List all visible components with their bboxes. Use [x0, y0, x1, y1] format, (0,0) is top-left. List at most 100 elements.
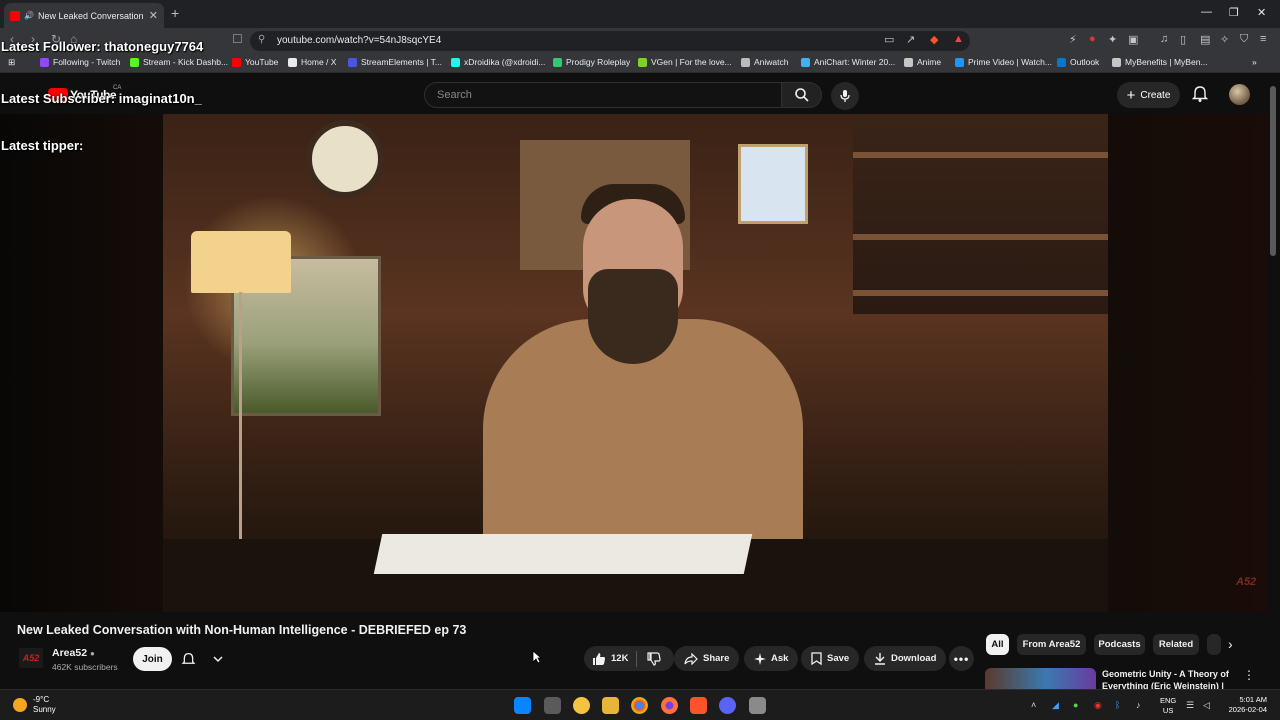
notifications-bell-icon[interactable] — [1191, 85, 1209, 103]
chip-partial[interactable] — [1207, 634, 1221, 655]
page-scrollbar[interactable] — [1270, 86, 1276, 256]
bookmark-save-icon — [811, 652, 822, 665]
voice-search-button[interactable] — [831, 82, 859, 110]
system-clock[interactable]: 5:01 AM 2026-02-04 — [1223, 695, 1267, 715]
download-button[interactable]: Download — [864, 646, 947, 671]
widgets-icon[interactable] — [573, 697, 590, 714]
more-bookmarks-icon[interactable]: » — [1252, 57, 1257, 67]
discord-icon[interactable] — [719, 697, 736, 714]
join-button[interactable]: Join — [133, 647, 172, 671]
bookmark-anime-folder[interactable]: Anime — [904, 57, 941, 67]
recommended-more-icon[interactable]: ⋮ — [1243, 668, 1255, 682]
recommended-title[interactable]: Geometric Unity - A Theory of Everything… — [1102, 668, 1232, 690]
wifi-icon[interactable]: ☰ — [1186, 700, 1194, 711]
twitch-icon — [40, 57, 49, 67]
tray-app-icon[interactable]: ◢ — [1052, 700, 1059, 711]
bookmark-xdroidika[interactable]: xDroidika (@xdroidi... — [451, 57, 545, 67]
tab-title: New Leaked Conversation wi — [37, 10, 145, 21]
recommended-thumbnail[interactable] — [985, 668, 1096, 690]
bookmark-label: Aniwatch — [754, 57, 789, 67]
bookmark-vgen[interactable]: VGen | For the love... — [638, 57, 732, 67]
bookmark-prime-video[interactable]: Prime Video | Watch... — [955, 57, 1052, 67]
like-button[interactable]: 12K — [584, 646, 636, 671]
search-button[interactable] — [782, 82, 822, 108]
extension-red-icon[interactable]: ● — [1089, 33, 1096, 45]
chip-scroll-right-icon[interactable]: › — [1228, 636, 1233, 652]
bookmark-aniwatch[interactable]: Aniwatch — [741, 57, 789, 67]
bookmark-following-twitch[interactable]: Following - Twitch — [40, 57, 120, 67]
weather-widget[interactable]: -9°C Sunny — [33, 695, 56, 715]
subscription-notification-button[interactable] — [181, 649, 223, 669]
channel-name[interactable]: Area52 ● — [52, 647, 95, 659]
bookmark-anichart[interactable]: AniChart: Winter 20... — [801, 57, 895, 67]
video-player[interactable] — [163, 114, 1108, 612]
media-icon[interactable]: ♫ — [1160, 33, 1168, 45]
share-page-icon[interactable]: ↗ — [906, 33, 915, 46]
bookmark-kick[interactable]: Stream - Kick Dashb... — [130, 57, 228, 67]
wallet-icon[interactable]: ▤ — [1200, 33, 1210, 46]
cast-icon[interactable]: ▭ — [884, 33, 894, 46]
account-avatar[interactable] — [1229, 84, 1250, 105]
close-tab-icon[interactable]: ✕ — [149, 9, 158, 22]
close-window-icon[interactable]: ✕ — [1257, 6, 1266, 19]
obs-icon[interactable] — [749, 697, 766, 714]
ask-button[interactable]: Ask — [744, 646, 799, 671]
more-actions-button[interactable]: ••• — [949, 646, 974, 671]
firefox-icon[interactable] — [661, 697, 678, 714]
apps-grid-icon[interactable]: ⊞ — [8, 57, 15, 68]
browser-tab-active[interactable]: 🔊 New Leaked Conversation wi ✕ — [4, 3, 164, 28]
start-windows-icon[interactable] — [514, 697, 531, 714]
minimize-icon[interactable]: — — [1201, 6, 1212, 18]
chip-podcasts[interactable]: Podcasts — [1094, 634, 1145, 655]
overlay-latest-tipper: Latest tipper: — [1, 138, 84, 153]
maximize-icon[interactable]: ❐ — [1229, 6, 1239, 19]
tray-mic-icon[interactable]: ♪ — [1136, 700, 1141, 710]
brave-shields-icon[interactable]: ◆ — [930, 33, 938, 46]
address-bar[interactable]: ⚲ youtube.com/watch?v=54nJ8sqcYE4 — [250, 31, 970, 51]
bookmark-outlook[interactable]: Outlook — [1057, 57, 1099, 67]
bookmark-prodigy[interactable]: Prodigy Roleplay — [553, 57, 630, 67]
bookmark-streamelements[interactable]: StreamElements | T... — [348, 57, 442, 67]
chip-all[interactable]: All — [986, 634, 1009, 655]
chip-from-area52[interactable]: From Area52 — [1017, 634, 1086, 655]
tray-red-icon[interactable]: ◉ — [1094, 700, 1102, 711]
task-view-icon[interactable] — [544, 697, 561, 714]
site-info-icon[interactable]: ⚲ — [258, 34, 265, 45]
bookmark-label: Outlook — [1070, 57, 1100, 67]
file-explorer-icon[interactable] — [602, 697, 619, 714]
vpn-icon[interactable]: ⛉ — [1240, 33, 1248, 46]
menu-icon[interactable]: ≡ — [1260, 33, 1266, 45]
brave-icon[interactable] — [690, 697, 707, 714]
chip-related[interactable]: Related — [1153, 634, 1199, 655]
leo-icon[interactable]: ✧ — [1220, 33, 1229, 46]
new-tab-icon[interactable]: + — [171, 5, 179, 21]
create-button[interactable]: + Create — [1117, 82, 1180, 108]
bookmark-mybenefits[interactable]: MyBenefits | MyBen... — [1112, 57, 1208, 67]
extension-icon[interactable]: ⚡ — [1069, 33, 1077, 46]
search-input[interactable]: Search — [424, 82, 782, 108]
tray-green-icon[interactable]: ● — [1073, 700, 1078, 710]
youtube-favicon-icon — [10, 10, 20, 21]
sidebar-toggle-icon[interactable]: ▯ — [1180, 33, 1186, 46]
share-button[interactable]: Share — [674, 646, 740, 671]
dislike-button[interactable] — [637, 646, 671, 671]
download-icon — [875, 653, 885, 665]
folder-icon — [904, 57, 913, 67]
bookmark-icon[interactable]: ☐ — [232, 32, 243, 46]
input-language[interactable]: ENG US — [1160, 696, 1176, 716]
volume-icon[interactable]: ◁ — [1203, 700, 1210, 711]
bookmark-x[interactable]: Home / X — [288, 57, 336, 67]
show-hidden-icons-icon[interactable]: ˄ — [1031, 700, 1036, 710]
speaker-icon[interactable]: 🔊 — [24, 11, 34, 20]
bookmark-youtube[interactable]: YouTube — [232, 57, 278, 67]
screenshot-icon[interactable]: ▣ — [1128, 33, 1138, 46]
channel-avatar[interactable]: A52 — [19, 648, 43, 668]
brave-rewards-icon[interactable]: ▲ — [953, 33, 964, 45]
extensions-puzzle-icon[interactable]: ✦ — [1108, 33, 1117, 46]
bluetooth-icon[interactable]: ᛒ — [1115, 700, 1120, 710]
chrome-icon[interactable] — [631, 697, 648, 714]
bookmark-label: MyBenefits | MyBen... — [1125, 57, 1208, 67]
save-button[interactable]: Save — [801, 646, 860, 671]
subscriber-count: 462K subscribers — [52, 662, 118, 672]
weather-sun-icon[interactable] — [13, 698, 27, 712]
